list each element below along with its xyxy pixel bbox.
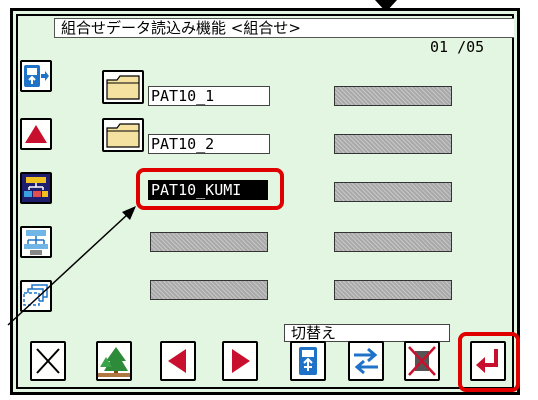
empty-slot[interactable] xyxy=(334,134,452,154)
switch-label: 切替え xyxy=(284,324,450,342)
scroll-up-icon xyxy=(25,125,47,143)
usb-input-button[interactable] xyxy=(20,60,52,92)
enter-icon xyxy=(476,349,498,373)
screen-title: 組合せデータ読込み機能 <組合せ> xyxy=(54,18,514,38)
empty-slot[interactable] xyxy=(150,232,268,252)
next-icon xyxy=(232,349,250,373)
folder-button-2[interactable] xyxy=(102,118,144,152)
empty-slot[interactable] xyxy=(334,86,452,106)
empty-slot[interactable] xyxy=(334,182,452,202)
folder-icon xyxy=(106,75,140,100)
callout-arrow-icon xyxy=(7,206,136,326)
delete-disabled-icon xyxy=(408,346,436,376)
file-entry-2[interactable]: PAT10_2 xyxy=(148,134,270,154)
cancel-x-icon xyxy=(36,348,60,374)
next-button[interactable] xyxy=(222,341,258,381)
page-indicator: 01 /05 xyxy=(430,38,485,56)
usb-drive-icon xyxy=(299,347,317,375)
previous-icon xyxy=(168,349,186,373)
tree-image-button[interactable] xyxy=(96,341,132,381)
swap-arrows-icon xyxy=(354,347,378,375)
swap-button[interactable] xyxy=(348,341,384,381)
folder-button-1[interactable] xyxy=(102,70,144,104)
empty-slot[interactable] xyxy=(334,280,452,300)
usb-input-icon xyxy=(24,65,49,87)
file-entry-3-selected[interactable]: PAT10_KUMI xyxy=(148,180,268,200)
empty-slot[interactable] xyxy=(150,280,268,300)
combination-pattern-icon xyxy=(22,174,50,202)
folder-icon xyxy=(106,123,140,148)
operation-panel-screen: 組合せデータ読込み機能 <組合せ> 01 /05 PAT10_1 PAT10_2… xyxy=(0,0,538,400)
previous-button[interactable] xyxy=(160,341,196,381)
scroll-up-button[interactable] xyxy=(20,118,52,150)
file-entry-1[interactable]: PAT10_1 xyxy=(148,86,270,106)
cancel-button[interactable] xyxy=(30,341,66,381)
delete-button-disabled[interactable] xyxy=(404,341,440,381)
enter-button[interactable] xyxy=(470,341,506,381)
empty-slot[interactable] xyxy=(334,232,452,252)
usb-drive-button[interactable] xyxy=(290,341,326,381)
tree-image-icon xyxy=(98,347,130,377)
